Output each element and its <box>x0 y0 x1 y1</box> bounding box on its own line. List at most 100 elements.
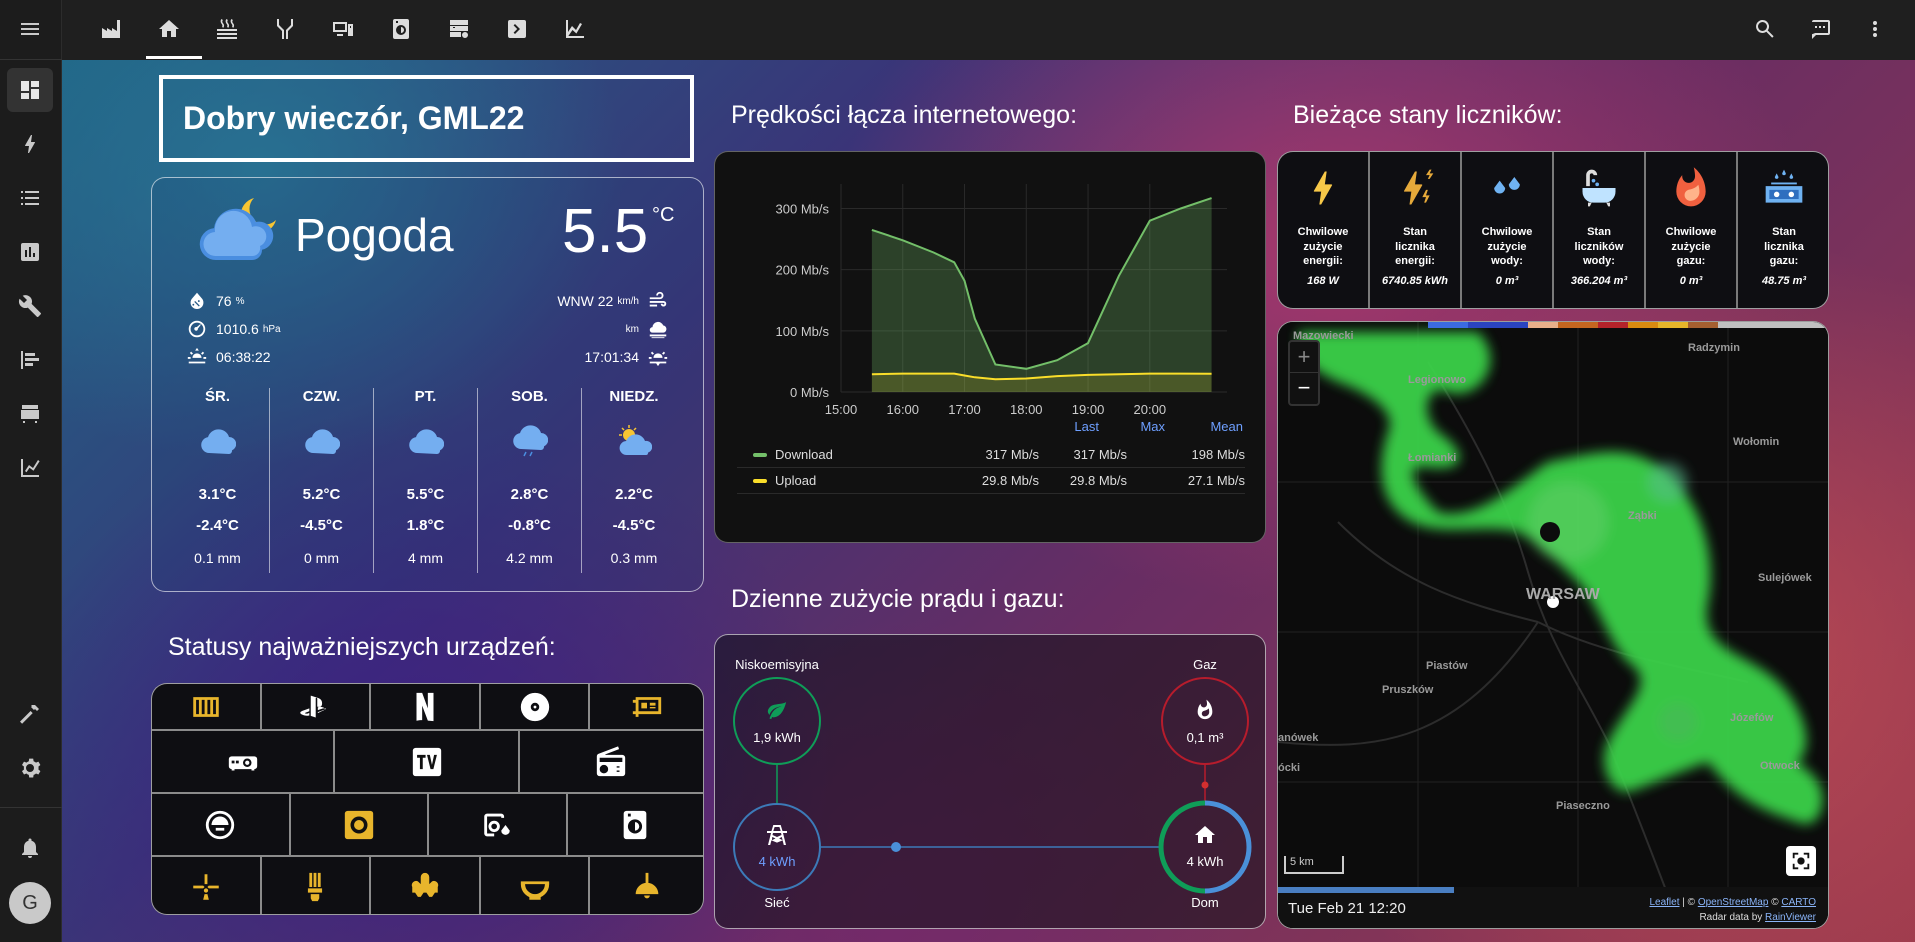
meter-water-total[interactable]: Stan liczników wody: 366.204 m³ <box>1554 152 1646 308</box>
ceiling-fan-light-icon <box>193 873 219 900</box>
rainviewer-link[interactable]: RainViewer <box>1765 912 1816 923</box>
tab-home[interactable] <box>146 8 192 50</box>
lowcarbon-node[interactable]: 1,9 kWh <box>733 677 821 765</box>
sidebar-item-logbook[interactable] <box>7 176 53 220</box>
device-playstation-button[interactable] <box>261 684 372 731</box>
pressure-value: 1010.6 <box>216 321 259 337</box>
tab-media[interactable] <box>320 8 366 50</box>
more-menu-button[interactable] <box>1852 8 1898 50</box>
sidebar-item-energy[interactable] <box>7 122 53 166</box>
device-speaker-button[interactable] <box>290 794 429 857</box>
map-label-radzymin: Radzymin <box>1688 342 1740 354</box>
device-tv-button[interactable] <box>335 731 520 794</box>
grid-node[interactable]: 4 kWh <box>733 803 821 891</box>
sidebar-item-hacs[interactable] <box>7 392 53 436</box>
fire-icon <box>1197 699 1213 720</box>
y-tick-label: 200 Mb/s <box>776 263 830 278</box>
tab-appliances[interactable] <box>378 8 424 50</box>
bar-chart-icon <box>21 243 39 261</box>
visibility-unit: km <box>625 323 639 335</box>
menu-toggle-button[interactable] <box>7 8 53 50</box>
download-last: 317 Mb/s <box>985 447 1039 462</box>
leaflet-link[interactable]: Leaflet <box>1649 897 1679 908</box>
devices-title: Statusy najważniejszych urządzeń: <box>168 633 556 661</box>
leaf-icon <box>767 701 787 720</box>
x-tick-label: 19:00 <box>1072 402 1105 417</box>
device-lamp-button[interactable] <box>262 857 372 914</box>
speed-title: Prędkości łącza internetowego: <box>731 101 1078 129</box>
x-tick-label: 15:00 <box>825 402 858 417</box>
gas-stove-icon <box>1765 169 1803 203</box>
tab-network[interactable] <box>262 8 308 50</box>
radar-map-card[interactable]: Mazowiecki Radzymin Legionowo Wołomin Ło… <box>1277 321 1829 929</box>
meter-1-label-2: energii: <box>1395 255 1435 267</box>
sidebar-item-tools[interactable] <box>7 692 53 736</box>
sidebar-item-statistics[interactable] <box>7 230 53 274</box>
device-decoder-button[interactable] <box>590 684 703 731</box>
assist-button[interactable] <box>1797 8 1843 50</box>
device-radio-button[interactable] <box>519 731 703 794</box>
upload-swatch <box>753 479 767 483</box>
legend-row-upload[interactable]: Upload 29.8 Mb/s 29.8 Mb/s 27.1 Mb/s <box>737 468 1245 494</box>
tab-servers[interactable] <box>436 8 482 50</box>
radar-legend-bar <box>1428 322 1828 328</box>
meter-gas-flow[interactable]: Chwilowe zużycie gazu: 0 m³ <box>1646 152 1738 308</box>
forecast-precipitation: 4 mm <box>408 550 443 566</box>
sidebar-item-notifications[interactable] <box>7 826 53 870</box>
forecast-precipitation: 4.2 mm <box>506 550 553 566</box>
meter-energy-power[interactable]: Chwilowe zużycie energii: 168 W <box>1278 152 1370 308</box>
sidebar-item-settings[interactable] <box>7 746 53 790</box>
tab-factory[interactable] <box>88 8 134 50</box>
sidebar-item-developer[interactable] <box>7 284 53 328</box>
user-avatar[interactable]: G <box>9 882 51 924</box>
home-value: 4 kWh <box>1186 854 1224 869</box>
openstreetmap-link[interactable]: OpenStreetMap <box>1698 897 1769 908</box>
carto-link[interactable]: CARTO <box>1781 897 1816 908</box>
cloudy-weather-icon <box>304 429 340 454</box>
device-washing-machine-button[interactable] <box>567 794 703 857</box>
col-max-header: Max <box>1140 419 1165 434</box>
chandelier-icon <box>411 872 439 897</box>
device-projector-button[interactable] <box>152 731 336 794</box>
weather-title: Pogoda <box>295 209 454 261</box>
gas-value: 0,1 m³ <box>1186 730 1224 745</box>
fullscreen-button[interactable] <box>1786 846 1816 876</box>
tab-terminal[interactable] <box>494 8 540 50</box>
device-water-heater-button[interactable] <box>429 794 568 857</box>
device-pendant-light-button[interactable] <box>590 857 703 914</box>
meter-3-label-0: Stan <box>1587 226 1611 238</box>
legend-row-download[interactable]: Download 317 Mb/s 317 Mb/s 198 Mb/s <box>737 442 1245 468</box>
tab-monitoring[interactable] <box>552 8 598 50</box>
device-chandelier-button[interactable] <box>371 857 481 914</box>
speed-card[interactable]: 0 Mb/s 100 Mb/s 200 Mb/s 300 Mb/s 15:00 16:00… <box>714 151 1266 543</box>
sidebar-item-graphs[interactable] <box>7 446 53 490</box>
device-disc-player-button[interactable] <box>480 684 591 731</box>
device-ceiling-fan-button[interactable] <box>152 857 262 914</box>
map-label-piastow: Piastów <box>1426 660 1468 672</box>
home-icon <box>1195 826 1215 843</box>
gas-node[interactable]: 0,1 m³ <box>1161 677 1249 765</box>
expansion-card-icon <box>632 696 661 717</box>
zoom-in-button[interactable]: + <box>1290 342 1318 373</box>
sidebar-item-dashboard[interactable] <box>7 68 53 112</box>
search-button[interactable] <box>1742 8 1788 50</box>
energy-card[interactable]: Niskoemisyjna 1,9 kWh Gaz 0,1 m³ 4 kWh S… <box>714 634 1266 929</box>
radar-map-canvas[interactable] <box>1278 322 1829 929</box>
zoom-out-button[interactable]: − <box>1290 373 1318 404</box>
fire-icon <box>1676 167 1706 207</box>
device-netflix-button[interactable] <box>371 684 481 731</box>
meter-gas-total[interactable]: Stan licznika gazu: 48.75 m³ <box>1738 152 1828 308</box>
meter-energy-total[interactable]: Stan licznika energii: 6740.85 kWh <box>1370 152 1462 308</box>
meter-water-flow[interactable]: Chwilowe zużycie wody: 0 m³ <box>1462 152 1554 308</box>
device-vacuum-button[interactable] <box>152 794 291 857</box>
weather-card[interactable]: Pogoda 5.5 °C 76 % 1010.6 hPa 06:38:22 W… <box>151 177 704 592</box>
tab-heating[interactable] <box>204 8 250 50</box>
device-heater-button[interactable] <box>152 684 262 731</box>
home-node[interactable]: 4 kWh <box>1161 803 1249 891</box>
gauge-icon <box>188 320 206 338</box>
device-ceiling-light-button[interactable] <box>481 857 591 914</box>
meter-3-label-1: liczników <box>1574 240 1624 253</box>
sidebar-item-history[interactable] <box>7 338 53 382</box>
weather-temperature-unit: °C <box>652 204 675 226</box>
radar-credit-text: Radar data by <box>1699 912 1766 923</box>
